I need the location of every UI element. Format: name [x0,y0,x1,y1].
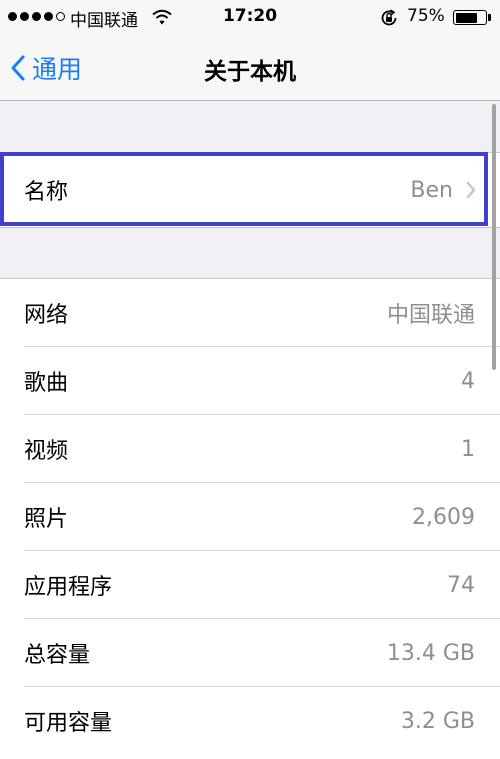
name-row[interactable]: 名称 Ben [0,153,500,227]
info-value: 2,609 [412,504,475,530]
info-label: 网络 [24,303,69,328]
info-value: 1 [461,436,475,462]
info-value: 4 [461,368,475,394]
scrollbar[interactable] [492,104,496,370]
info-row-capacity: 总容量 13.4 GB [0,619,500,687]
info-row-network: 网络 中国联通 [0,279,500,347]
info-row-photos: 照片 2,609 [0,483,500,551]
info-label: 视频 [24,439,69,464]
name-group: 名称 Ben [0,152,500,228]
info-row-songs: 歌曲 4 [0,347,500,415]
info-label: 总容量 [24,643,91,668]
battery-percentage: 75% [407,6,445,26]
battery-fill [455,12,478,23]
battery-tip [488,14,491,21]
info-value: 74 [447,572,475,598]
info-row-apps: 应用程序 74 [0,551,500,619]
info-value: 3.2 GB [400,708,475,734]
chevron-right-icon [466,181,476,199]
name-label: 名称 [24,180,69,205]
battery-icon [453,10,487,25]
info-label: 可用容量 [24,711,113,736]
info-value: 中国联通 [386,303,475,328]
info-row-available: 可用容量 3.2 GB [0,687,500,755]
info-row-videos: 视频 1 [0,415,500,483]
name-value: Ben [410,177,453,203]
info-label: 照片 [24,507,69,532]
info-label: 应用程序 [24,575,113,600]
info-value: 13.4 GB [386,640,475,666]
rotation-lock-icon [381,9,397,26]
navigation-bar: 通用 关于本机 [0,36,500,101]
page-title: 关于本机 [204,59,296,85]
status-bar: 中国联通 17:20 75% [0,0,500,36]
info-group: 网络 中国联通 歌曲 4 视频 1 照片 2,609 应用程序 74 总容量 1… [0,278,500,759]
info-label: 歌曲 [24,371,69,396]
